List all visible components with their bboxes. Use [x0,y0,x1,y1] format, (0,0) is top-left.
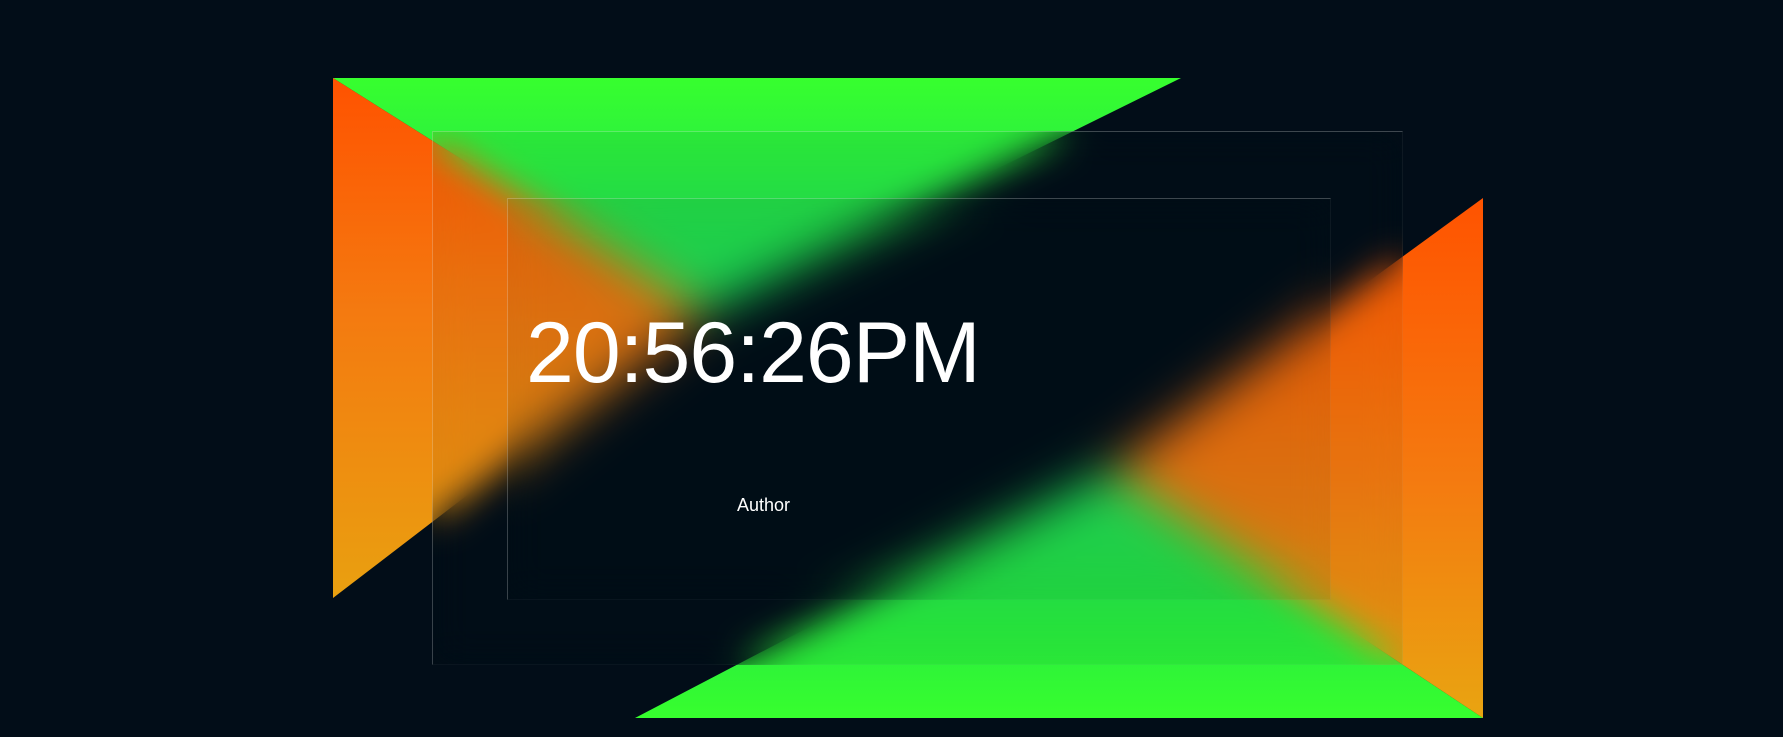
digital-clock-time: 20:56:26PM [526,305,981,401]
author-label[interactable]: Author [737,496,790,514]
clock-screen: 20:56:26PM Author [0,0,1783,737]
